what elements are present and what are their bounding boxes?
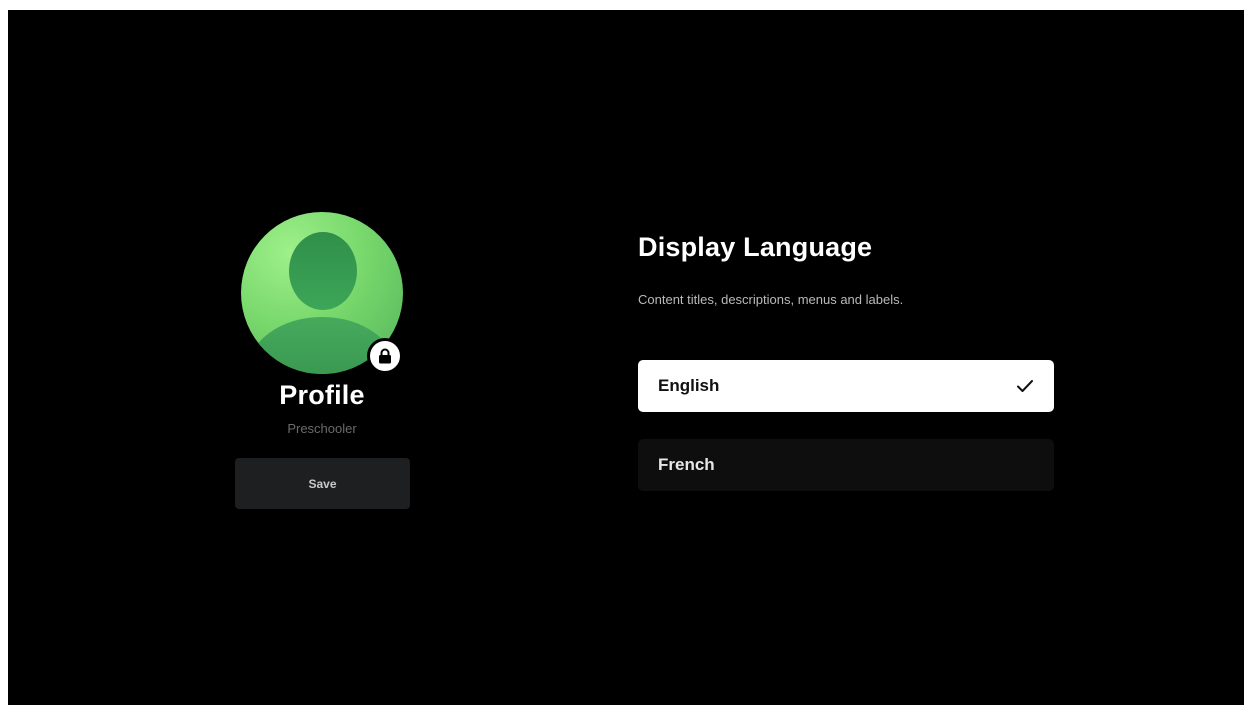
language-option-english[interactable]: English [638, 360, 1054, 412]
language-option-french[interactable]: French [638, 439, 1054, 491]
lock-icon [367, 338, 403, 374]
profile-language-screen: Profile Preschooler Save Display Languag… [8, 10, 1244, 705]
display-language-title: Display Language [638, 232, 873, 262]
save-button[interactable]: Save [235, 458, 410, 509]
avatar-head [289, 232, 357, 310]
language-option-label: French [658, 455, 715, 474]
profile-subtitle: Preschooler [287, 421, 357, 436]
checkmark-icon [1016, 377, 1034, 395]
profile-name: Profile [279, 380, 365, 410]
display-language-description: Content titles, descriptions, menus and … [638, 292, 904, 307]
language-option-label: English [658, 376, 720, 395]
